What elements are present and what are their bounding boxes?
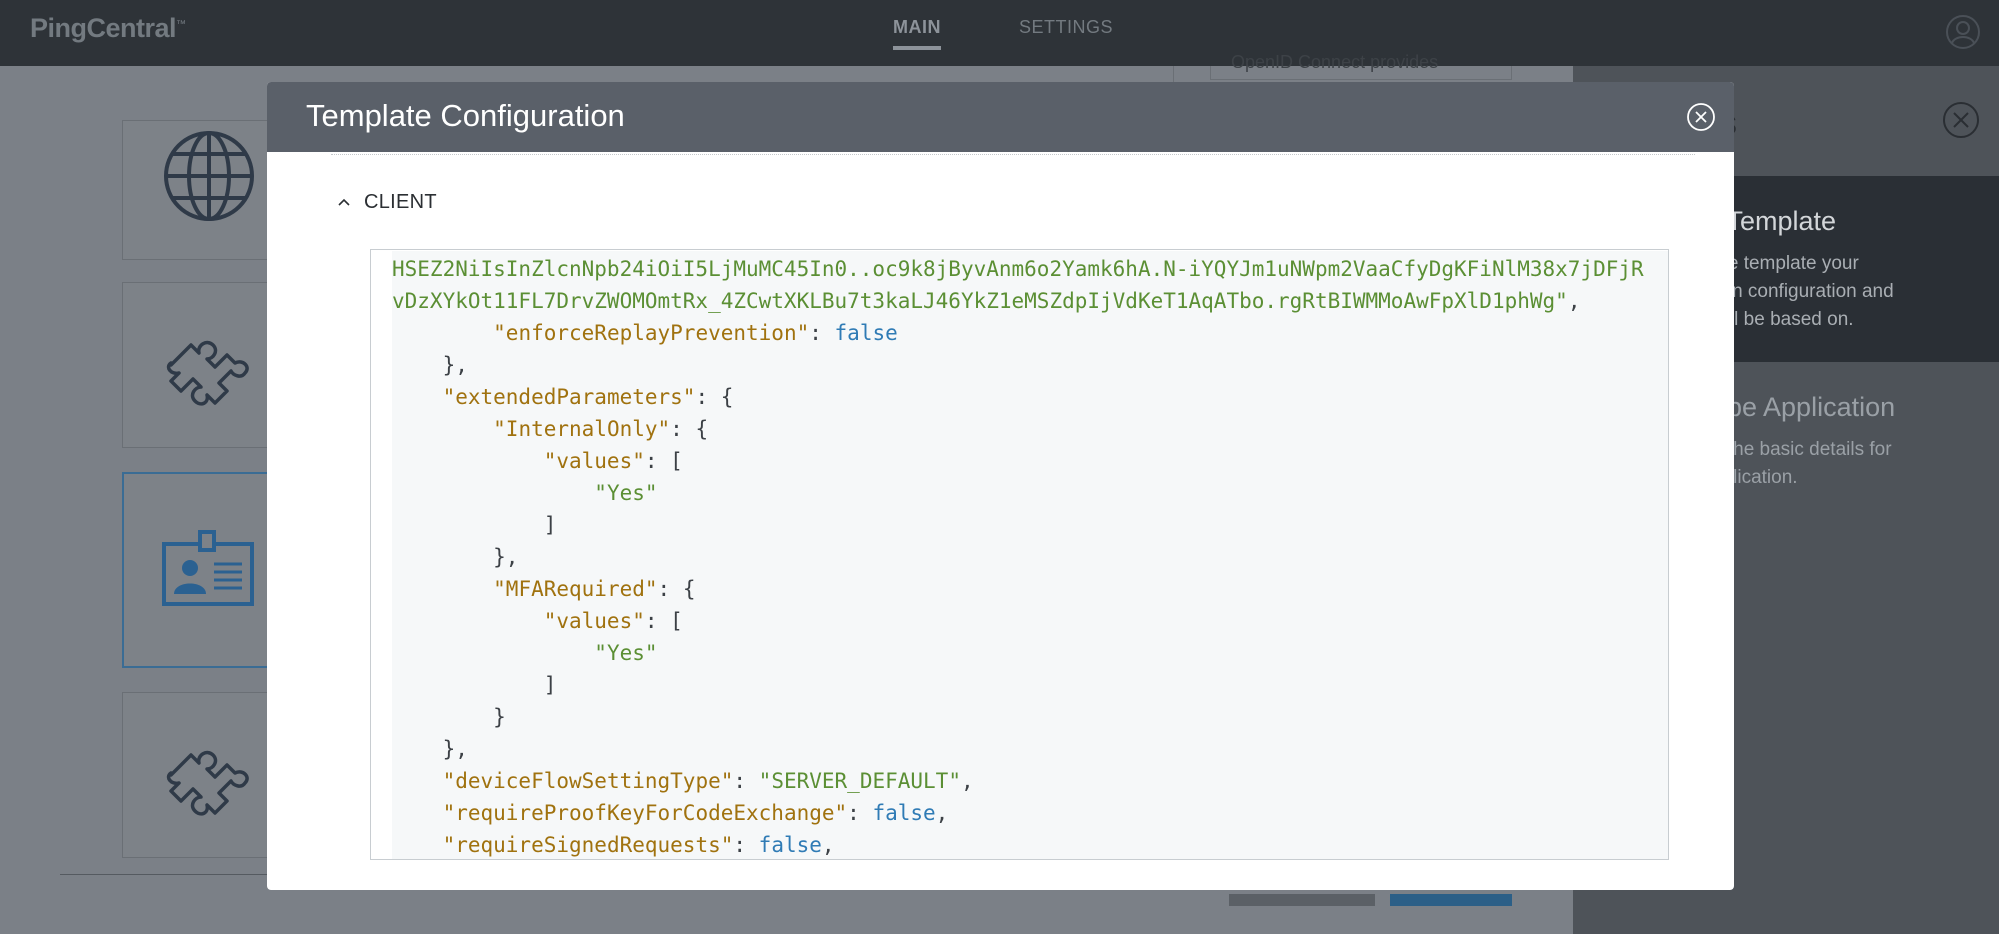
step-description: e the basic details for pplication.: [1712, 439, 1892, 488]
template-tile-puzzle-2[interactable]: [122, 692, 282, 858]
template-tile-puzzle[interactable]: [122, 282, 282, 448]
code-line: "requireProofKeyForCodeExchange": false,: [392, 797, 949, 829]
code-content: HSEZ2NiIsInZlcnNpb24iOiI5LjMuMC45In0..oc…: [392, 251, 1668, 859]
modal-title: Template Configuration: [306, 98, 625, 133]
code-token: ,: [935, 801, 949, 825]
code-token: :: [809, 321, 835, 345]
code-token: "deviceFlowSettingType": [442, 769, 734, 793]
json-code-viewer[interactable]: HSEZ2NiIsInZlcnNpb24iOiI5LjMuMC45In0..oc…: [370, 249, 1669, 860]
code-token: : {: [695, 385, 734, 409]
code-token: ,: [960, 769, 974, 793]
code-token: },: [392, 737, 468, 761]
code-line: "Yes": [392, 477, 658, 509]
puzzle-icon: [166, 340, 249, 406]
code-line: ]: [392, 509, 557, 541]
code-line: "deviceFlowSettingType": "SERVER_DEFAULT…: [392, 765, 974, 797]
nav-tab-settings[interactable]: SETTINGS: [1019, 17, 1113, 38]
code-line: },: [392, 349, 468, 381]
section-label: CLIENT: [364, 190, 437, 213]
code-token: },: [392, 353, 468, 377]
nav-tab-main[interactable]: MAIN: [893, 17, 941, 50]
template-configuration-modal: Template Configuration CLIENT HSEZ2NiIsI…: [267, 82, 1734, 890]
globe-icon: [164, 131, 254, 221]
next-button[interactable]: [1390, 894, 1512, 906]
divider: [331, 154, 1695, 155]
code-token: },: [392, 545, 519, 569]
step-description: the template your tion configuration and…: [1712, 253, 1894, 330]
id-card-icon: [162, 530, 254, 606]
code-line: "values": [: [392, 605, 683, 637]
code-line: },: [392, 733, 468, 765]
modal-header: Template Configuration: [267, 82, 1734, 152]
close-icon[interactable]: [1685, 101, 1717, 133]
template-tile-globe[interactable]: [122, 120, 282, 260]
code-token: "MFARequired": [493, 577, 658, 601]
code-token: }: [392, 705, 506, 729]
code-token: "values": [543, 609, 645, 633]
code-token: "requireSignedRequests": [442, 833, 734, 857]
code-token: :: [733, 769, 759, 793]
code-token: : {: [670, 417, 709, 441]
code-token: ,: [821, 833, 835, 857]
client-section-toggle[interactable]: CLIENT: [337, 190, 437, 214]
code-line: "extendedParameters": {: [392, 381, 734, 413]
code-token: "Yes": [594, 641, 658, 665]
app-logo[interactable]: PingCentral™: [30, 13, 186, 44]
code-line: "MFARequired": {: [392, 573, 695, 605]
code-token: :: [847, 801, 873, 825]
code-token: "InternalOnly": [493, 417, 671, 441]
code-token: "Yes": [594, 481, 658, 505]
code-token: :: [733, 833, 759, 857]
code-line: ]: [392, 669, 557, 701]
template-card-description: OpenID Connect provides: [1231, 52, 1439, 72]
code-token: vDzXYkOt11FL7DrvZWOMOmtRx_4ZCwtXKLBu7t3k…: [392, 289, 1568, 313]
cancel-button[interactable]: [1229, 894, 1375, 906]
code-token: : {: [657, 577, 696, 601]
template-tile-id-card[interactable]: [122, 472, 282, 668]
code-line: "requireSignedRequests": false,: [392, 829, 835, 859]
user-icon[interactable]: [1945, 14, 1981, 50]
code-token: false: [758, 833, 822, 857]
close-icon[interactable]: [1942, 101, 1980, 139]
code-token: : [: [644, 609, 683, 633]
code-line: "values": [: [392, 445, 683, 477]
code-token: : [: [644, 449, 683, 473]
code-token: "values": [543, 449, 645, 473]
code-token: ,: [1567, 289, 1581, 313]
code-line: vDzXYkOt11FL7DrvZWOMOmtRx_4ZCwtXKLBu7t3k…: [392, 285, 1580, 317]
code-line: "enforceReplayPrevention": false: [392, 317, 898, 349]
code-token: "SERVER_DEFAULT": [758, 769, 961, 793]
code-line: }: [392, 701, 506, 733]
puzzle-icon: [166, 750, 249, 816]
code-token: "extendedParameters": [442, 385, 696, 409]
code-token: false: [872, 801, 936, 825]
code-line: },: [392, 541, 518, 573]
code-token: ]: [392, 673, 557, 697]
code-line: "InternalOnly": {: [392, 413, 708, 445]
code-token: false: [834, 321, 898, 345]
step-title[interactable]: ribe Application: [1712, 392, 1895, 423]
code-token: ]: [392, 513, 557, 537]
code-token: "requireProofKeyForCodeExchange": [442, 801, 848, 825]
code-line: HSEZ2NiIsInZlcnNpb24iOiI5LjMuMC45In0..oc…: [392, 253, 1644, 285]
code-token: "enforceReplayPrevention": [493, 321, 810, 345]
top-nav-bar: PingCentral™ MAIN SETTINGS: [0, 0, 1999, 66]
code-token: HSEZ2NiIsInZlcnNpb24iOiI5LjMuMC45In0..oc…: [392, 257, 1644, 281]
chevron-up-icon: [338, 198, 350, 206]
code-line: "Yes": [392, 637, 658, 669]
